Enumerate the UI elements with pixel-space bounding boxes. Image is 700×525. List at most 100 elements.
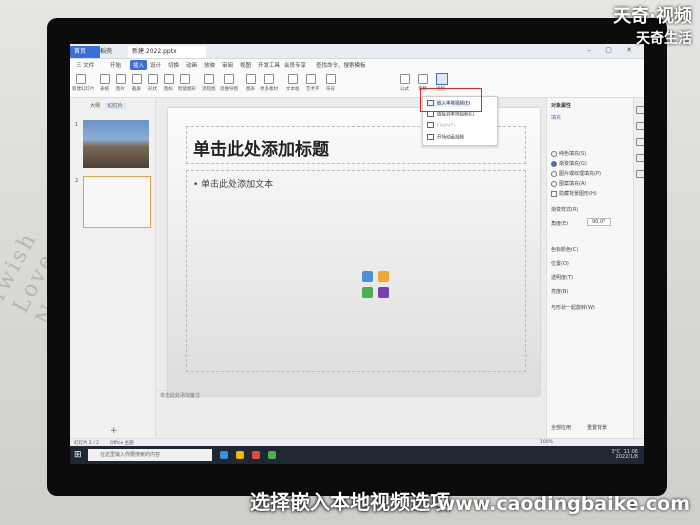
checkbox-hide-background[interactable]: 隐藏背景图形(H) — [551, 190, 597, 197]
watermark-line2: 天奇生活 — [636, 31, 692, 47]
ribbon-label-icons: 图标 — [164, 87, 173, 92]
chart-icon[interactable] — [246, 74, 256, 84]
menu-view[interactable]: 视图 — [240, 61, 251, 69]
windows-taskbar: ⊞ 在这里输入你要搜索的内容 3°C 11:06 2022/1/8 — [70, 446, 644, 464]
watermark-logo: 天奇·视频 天奇生活 — [613, 6, 692, 50]
insert-video-icon[interactable] — [378, 287, 389, 298]
opening-video-icon — [427, 134, 434, 140]
slide-canvas[interactable]: 单击此处添加标题 • 单击此处添加文本 — [168, 108, 540, 396]
smartart-icon[interactable] — [180, 74, 190, 84]
shape-icon[interactable] — [148, 74, 158, 84]
wps-icon[interactable] — [252, 451, 260, 459]
radio-picture-fill[interactable]: 图片或纹理填充(P) — [551, 170, 601, 177]
label-brightness: 亮度(B) — [551, 289, 569, 295]
ribbon-label-picture: 图片 — [116, 87, 125, 92]
tab-docer[interactable]: 稻壳 — [96, 46, 116, 58]
label-angle: 角度(E) — [551, 221, 569, 227]
ribbon-label-formula: 公式 — [400, 87, 409, 92]
ribbon-label-screenshot: 截屏 — [132, 87, 141, 92]
menu-review[interactable]: 审阅 — [222, 61, 233, 69]
ribbon-label-chart: 图表 — [246, 87, 255, 92]
settings-icon[interactable] — [636, 170, 644, 178]
taskbar-search[interactable]: 在这里输入你要搜索的内容 — [88, 449, 212, 461]
tab-fill[interactable]: 填充 — [551, 114, 561, 121]
flowchart-icon[interactable] — [204, 74, 214, 84]
ribbon-label-mindmap: 思维导图 — [220, 87, 238, 92]
menu-developer[interactable]: 开发工具 — [258, 61, 280, 69]
properties-icon[interactable] — [636, 122, 644, 130]
add-slide-button[interactable]: + — [110, 426, 118, 436]
side-toolbar — [633, 98, 644, 438]
ribbon-label-more: 更多素材 — [260, 87, 278, 92]
menu-design[interactable]: 设计 — [150, 61, 161, 69]
tab-document[interactable]: 新建 2022.pptx — [128, 46, 206, 58]
menu-transition[interactable]: 切换 — [168, 61, 179, 69]
panel-header: 对象属性 — [551, 103, 572, 109]
placeholder-insert-icons — [362, 271, 392, 301]
status-zoom[interactable]: 100% — [540, 440, 553, 445]
explorer-icon[interactable] — [236, 451, 244, 459]
ribbon-label-smartart: 智能图形 — [178, 87, 196, 92]
radio-gradient-fill[interactable]: 渐变填充(G) — [551, 160, 587, 167]
slide-thumbnail-1[interactable] — [83, 120, 149, 168]
picture-icon[interactable] — [116, 74, 126, 84]
body-placeholder-text: • 单击此处添加文本 — [193, 180, 274, 190]
radio-pattern-fill[interactable]: 图案填充(A) — [551, 180, 586, 187]
reset-background-button[interactable]: 重置背景 — [587, 424, 607, 431]
menu-animation[interactable]: 动画 — [186, 61, 197, 69]
edge-icon[interactable] — [220, 451, 228, 459]
radio-solid-fill[interactable]: 纯色填充(S) — [551, 150, 586, 157]
more-material-icon[interactable] — [264, 74, 274, 84]
tab-slides[interactable]: 幻灯片 — [104, 103, 126, 109]
select-icon[interactable] — [636, 106, 644, 114]
slide-thumbnail-2[interactable] — [83, 176, 151, 228]
highlight-box — [420, 88, 482, 112]
ribbon-label-textbox: 文本框 — [286, 87, 300, 92]
textbox-icon[interactable] — [288, 74, 298, 84]
slide-number-2: 2 — [75, 178, 79, 184]
search-command[interactable]: 查找命令、搜索模板 — [316, 61, 366, 69]
formula-icon[interactable] — [400, 74, 410, 84]
menu-slideshow[interactable]: 放映 — [204, 61, 215, 69]
wordart-icon[interactable] — [306, 74, 316, 84]
bezel-bottom — [70, 464, 644, 480]
format-icon[interactable] — [636, 154, 644, 162]
ribbon-label-wordart: 艺术字 — [306, 87, 320, 92]
system-tray[interactable]: 3°C 11:06 2022/1/8 — [611, 450, 638, 460]
screenshot-icon[interactable] — [132, 74, 142, 84]
windows-start-icon[interactable]: ⊞ — [74, 450, 84, 460]
ribbon-label-shape: 形状 — [148, 87, 157, 92]
menu-bar: 三 文件 开始 插入 设计 切换 动画 放映 审阅 视图 开发工具 会员专享 查… — [70, 59, 644, 71]
insert-table-icon[interactable] — [362, 287, 373, 298]
menu-home[interactable]: 开始 — [110, 61, 121, 69]
animation-icon[interactable] — [636, 138, 644, 146]
flash-item[interactable]: Flash(F) — [427, 122, 455, 129]
notes-area[interactable]: 单击此处添加备注 — [156, 390, 550, 401]
tab-outline[interactable]: 大纲 — [90, 103, 100, 109]
title-placeholder-text: 单击此处添加标题 — [193, 140, 329, 160]
icons-icon[interactable] — [164, 74, 174, 84]
new-slide-icon[interactable] — [76, 74, 86, 84]
body-placeholder[interactable]: • 单击此处添加文本 — [186, 170, 526, 372]
menu-member[interactable]: 会员专享 — [284, 61, 306, 69]
ribbon-label-new-slide: 新建幻灯片 — [72, 87, 95, 92]
table-icon[interactable] — [100, 74, 110, 84]
symbol-icon[interactable] — [326, 74, 336, 84]
apply-all-button[interactable]: 全部应用 — [551, 424, 571, 431]
video-button[interactable] — [436, 73, 448, 85]
angle-input[interactable]: 90.0° — [587, 218, 611, 226]
label-transparency: 透明度(T) — [551, 275, 573, 281]
wechat-icon[interactable] — [268, 451, 276, 459]
menu-insert[interactable]: 插入 — [130, 60, 148, 70]
title-tab-bar: 首页 稻壳 新建 2022.pptx – ▢ ✕ — [70, 44, 644, 59]
menu-file[interactable]: 三 文件 — [76, 61, 94, 69]
checkbox-rotate-with-shape[interactable]: 与形状一起旋转(W) — [551, 304, 595, 311]
insert-picture-icon[interactable] — [362, 271, 373, 282]
label-gradient-style: 渐变样式(R) — [551, 207, 579, 213]
mindmap-icon[interactable] — [224, 74, 234, 84]
insert-chart-icon[interactable] — [378, 271, 389, 282]
opening-video-item[interactable]: 开场动画视频 — [427, 134, 464, 141]
audio-icon[interactable] — [418, 74, 428, 84]
ribbon-toolbar: 新建幻灯片 表格 图片 截屏 形状 图标 智能图形 流程图 思维导图 图表 更多… — [70, 71, 644, 98]
object-properties-panel: 对象属性 填充 纯色填充(S) 渐变填充(G) 图片或纹理填充(P) 图案填充(… — [546, 98, 634, 438]
